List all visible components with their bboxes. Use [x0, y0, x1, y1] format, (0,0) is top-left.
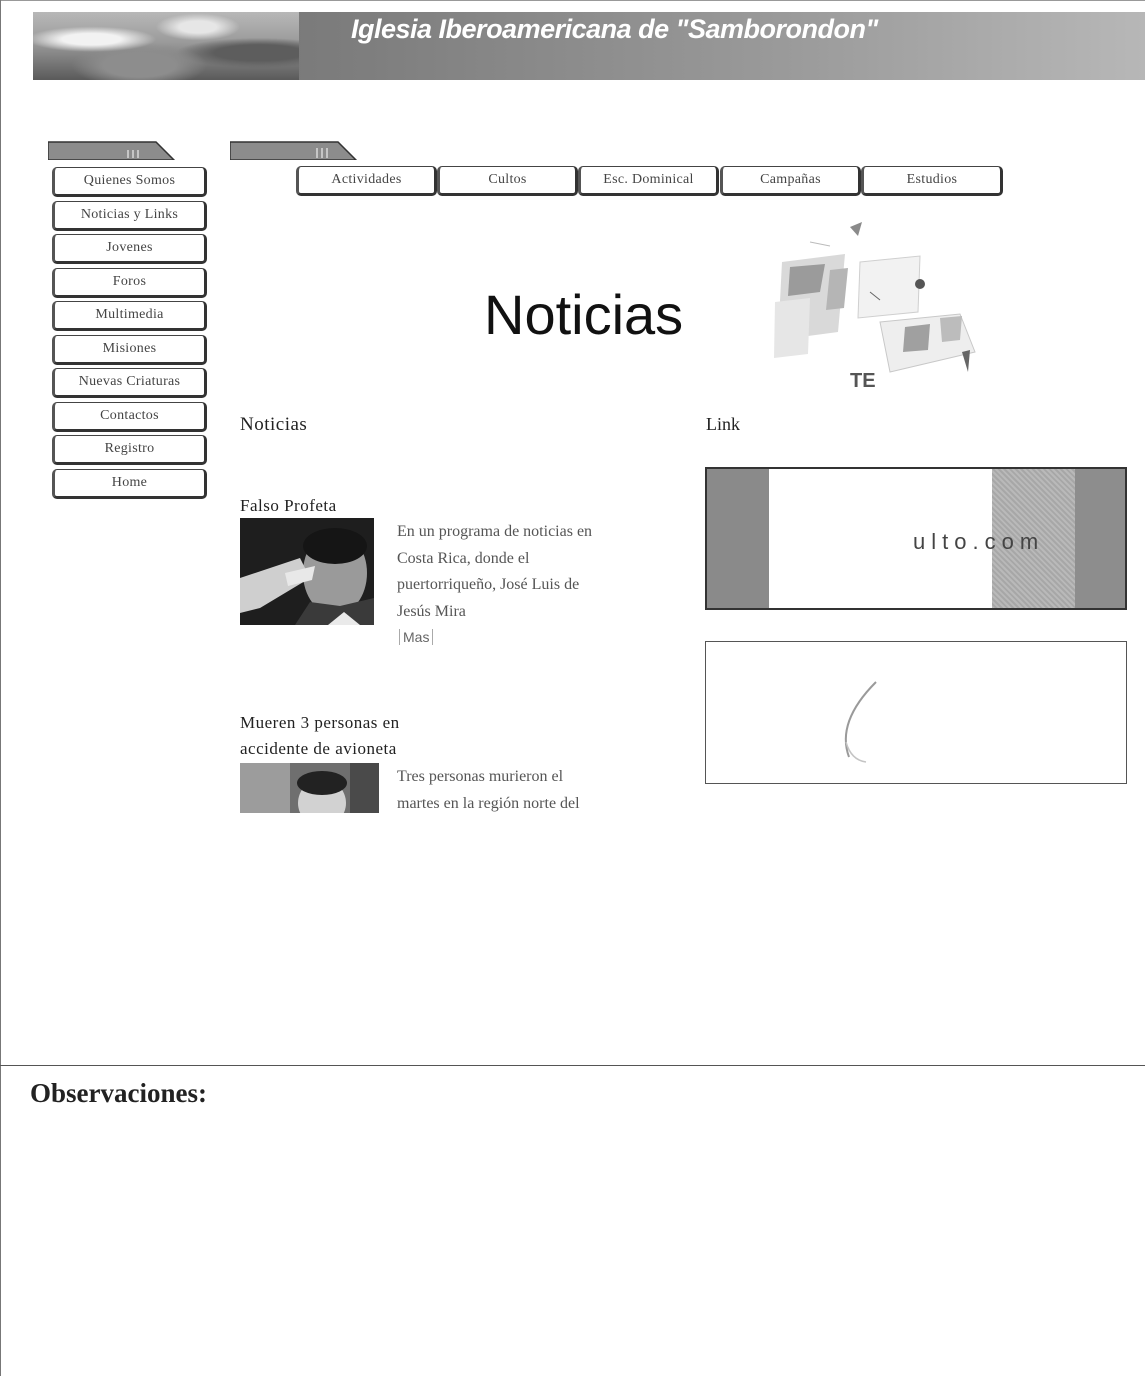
- news-summary-line: Jesús Mira: [397, 602, 466, 620]
- tab-campanas[interactable]: Campañas: [720, 166, 861, 196]
- frame-left-border: [0, 0, 1, 1376]
- page-title: Noticias: [484, 283, 684, 346]
- sidebar-item-nuevas-criaturas[interactable]: Nuevas Criaturas: [52, 368, 207, 398]
- link-section-heading: Link: [706, 414, 740, 434]
- loading-arc-icon: [844, 681, 877, 763]
- section-divider: [0, 1065, 1145, 1066]
- sidebar-item-multimedia[interactable]: Multimedia: [52, 301, 207, 331]
- tab-actividades[interactable]: Actividades: [296, 166, 437, 196]
- news-summary-line: puertorriqueño, José Luis de: [397, 576, 580, 593]
- news-section-heading: Noticias: [240, 414, 308, 435]
- news-summary-line: En un programa de noticias en: [397, 523, 593, 540]
- sidebar-tab-cap: [48, 140, 176, 160]
- sidebar-item-contactos[interactable]: Contactos: [52, 402, 207, 432]
- news-summary-line: Costa Rica, donde el: [397, 549, 530, 567]
- news-photo-avioneta: [240, 763, 379, 813]
- sidebar-item-foros[interactable]: Foros: [52, 268, 207, 298]
- observaciones-label: Observaciones:: [30, 1078, 207, 1108]
- tab-esc-dominical[interactable]: Esc. Dominical: [578, 166, 719, 196]
- banner-right-band: [1075, 469, 1125, 608]
- news-photo-falso-profeta: [240, 518, 374, 625]
- sidebar-item-home[interactable]: Home: [52, 469, 207, 499]
- site-title: Iglesia Iberoamericana de "Samborondon": [351, 14, 878, 44]
- sidebar-item-quienes-somos[interactable]: Quienes Somos: [52, 167, 207, 197]
- header-banner: Iglesia Iberoamericana de "Samborondon": [33, 12, 1145, 80]
- sidebar-item-jovenes[interactable]: Jovenes: [52, 234, 207, 264]
- sidebar-item-misiones[interactable]: Misiones: [52, 335, 207, 365]
- sidebar-item-noticias-y-links[interactable]: Noticias y Links: [52, 201, 207, 231]
- link-banner-2[interactable]: [705, 641, 1127, 784]
- news-summary-line: Tres personas murieron el: [397, 768, 564, 785]
- link-banner-ulto[interactable]: ulto.com: [705, 467, 1127, 610]
- news-summary-avioneta: Tres personas murieron el martes en la r…: [397, 764, 580, 817]
- svg-text:TE: TE: [850, 370, 876, 392]
- topnav-tab-cap: [230, 140, 358, 160]
- newspaper-collage-image: TE: [774, 222, 976, 392]
- tab-estudios[interactable]: Estudios: [861, 166, 1003, 196]
- more-link[interactable]: Mas: [399, 629, 434, 645]
- banner-curve: [753, 469, 769, 608]
- news-title-avioneta[interactable]: Mueren 3 personas en accidente de avione…: [240, 710, 400, 762]
- news-title-falso-profeta[interactable]: Falso Profeta: [240, 493, 337, 519]
- news-summary-falso-profeta: En un programa de noticias en Costa Rica…: [397, 519, 592, 625]
- link-banner-text: ulto.com: [913, 529, 1045, 554]
- news-summary-line: martes en la región norte del: [397, 794, 580, 812]
- tab-cultos[interactable]: Cultos: [437, 166, 578, 196]
- frame-top-border: [0, 0, 1145, 1]
- news-title-line: accidente de avioneta: [240, 739, 397, 758]
- news-title-line: Mueren 3 personas en: [240, 713, 400, 732]
- banner-photo: [33, 12, 299, 80]
- sidebar-item-registro[interactable]: Registro: [52, 435, 207, 465]
